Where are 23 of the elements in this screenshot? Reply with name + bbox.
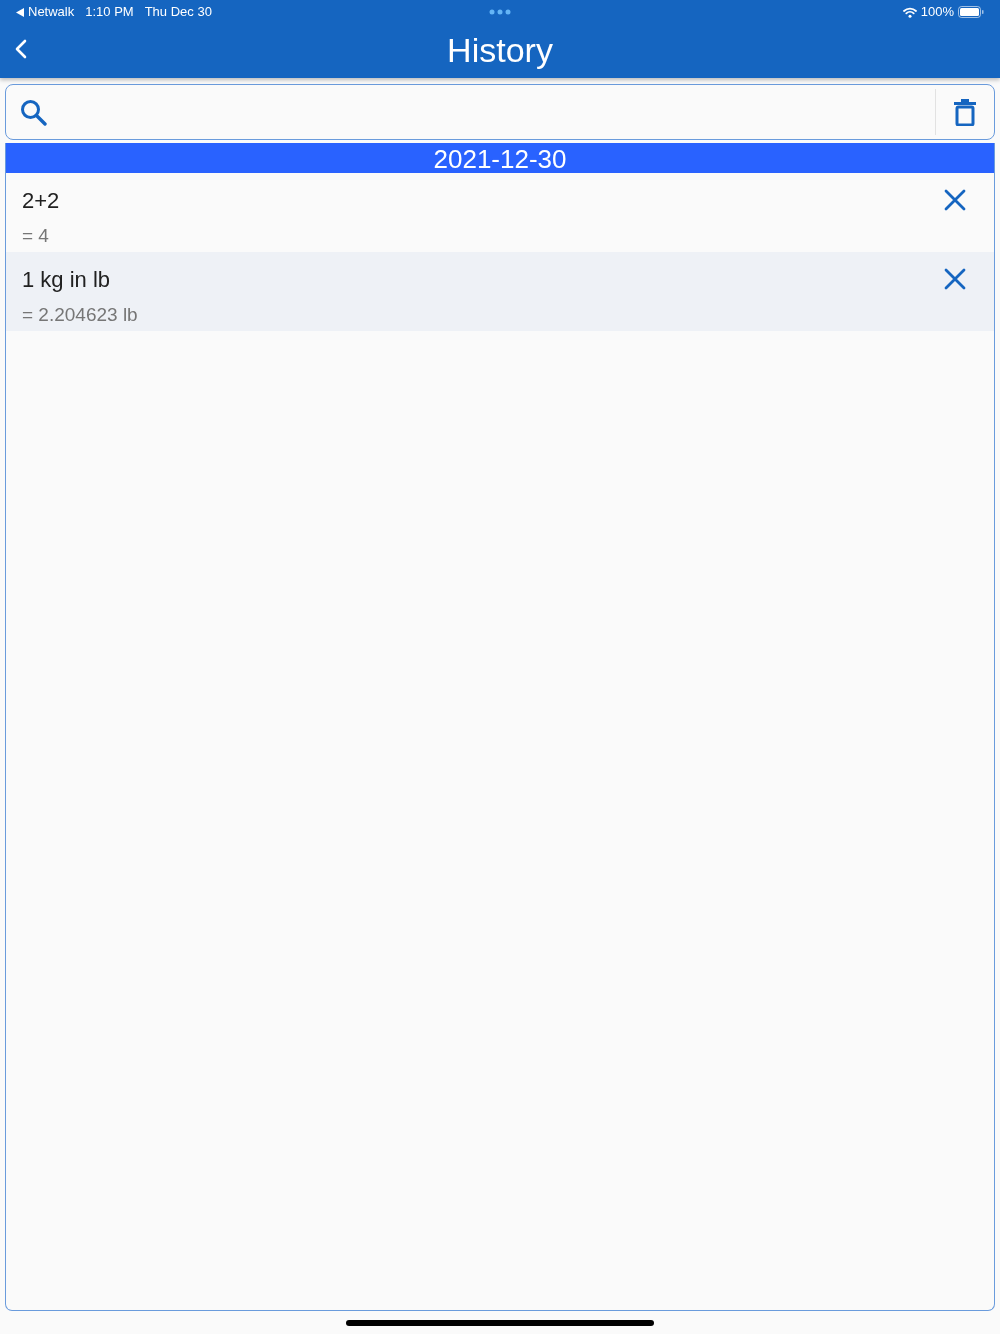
history-result: = 4 (22, 224, 50, 248)
delete-entry-button[interactable] (944, 189, 966, 211)
battery-percent: 100% (920, 3, 954, 22)
history-row[interactable]: 1 kg in lb = 2.204623 lb (6, 252, 994, 331)
page-title: History (447, 30, 553, 70)
history-expression: 2+2 (22, 188, 61, 214)
back-to-app-link[interactable]: Netwalk (28, 2, 75, 22)
back-icon[interactable] (14, 39, 28, 59)
multitasking-dots-icon[interactable] (489, 9, 511, 15)
search-field[interactable] (5, 84, 995, 140)
status-time: 1:10 PM (85, 3, 134, 22)
status-date: Thu Dec 30 (144, 3, 212, 22)
wifi-icon (902, 6, 917, 18)
history-expression: 1 kg in lb (22, 267, 112, 293)
history-result: = 2.204623 lb (22, 303, 139, 327)
close-icon (944, 189, 966, 211)
close-icon (944, 268, 966, 290)
battery-icon (958, 6, 984, 18)
delete-entry-button[interactable] (944, 268, 966, 290)
trash-icon (954, 98, 976, 126)
date-header: 2021-12-30 (6, 143, 994, 173)
back-triangle-icon[interactable] (16, 7, 24, 17)
search-icon (20, 98, 47, 126)
